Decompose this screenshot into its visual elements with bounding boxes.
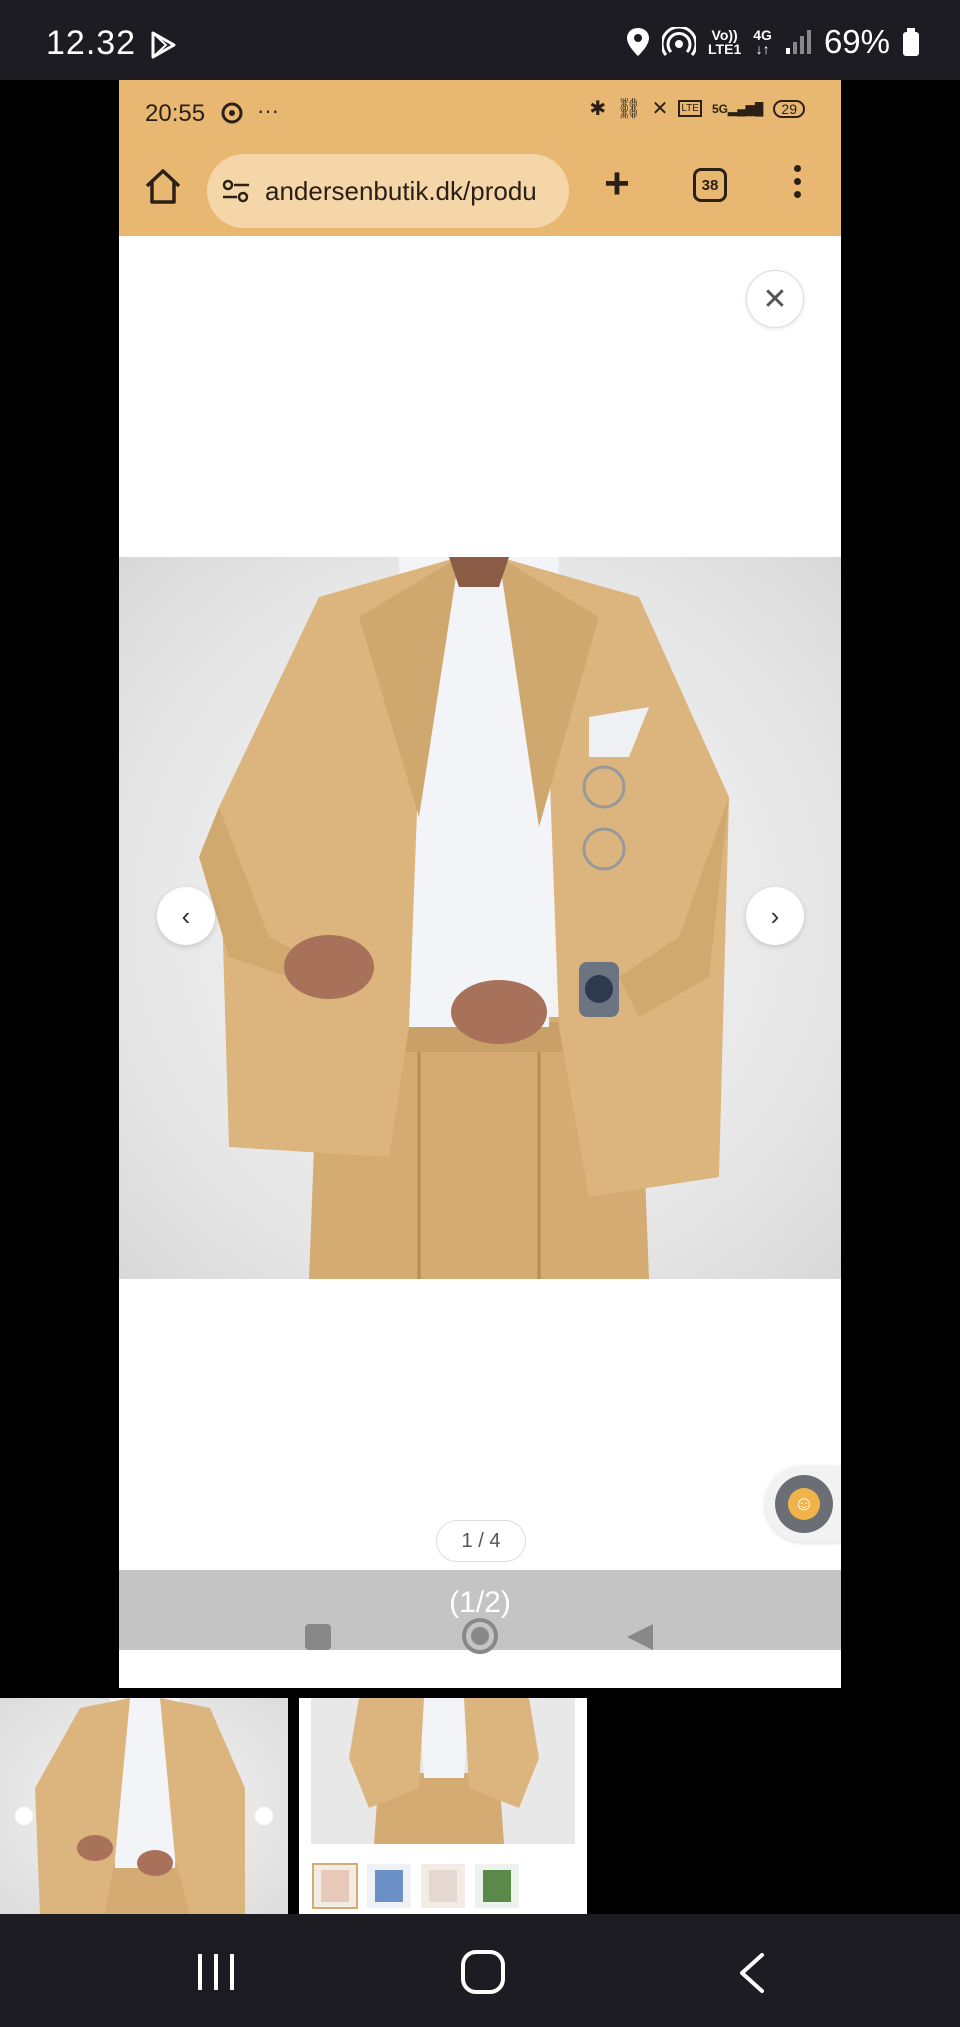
next-image-button[interactable]: › (746, 887, 804, 945)
chrome-icon (221, 102, 243, 124)
inner-clock: 20:55 (145, 100, 206, 127)
play-store-icon (151, 31, 176, 59)
recent-apps-icon[interactable] (196, 1952, 236, 1992)
chevron-left-icon: ‹ (181, 900, 191, 931)
screenshot-thumbnail-2[interactable] (299, 1698, 587, 1914)
image-counter: 1 / 4 (436, 1520, 526, 1562)
bluetooth-icon: ✱ (589, 98, 607, 120)
outer-status-bar: 12.32 Vo)) LTE1 4G ↓↑ 69% (0, 0, 960, 80)
suit-photo (199, 557, 729, 1279)
thumbnail-suit-gallery (311, 1698, 575, 1909)
battery-icon (903, 28, 919, 56)
inner-battery-icon: 29 (773, 99, 805, 118)
browser-chrome: 20:55 ··· ✱ ⛓ ✕ LTE 5G▂▄▆█ 29 andersenbu… (119, 80, 841, 236)
thumbnail-suit-photo (15, 1698, 273, 1914)
tab-switcher-button[interactable]: 38 (693, 168, 727, 202)
link-icon: ⛓ (616, 98, 642, 120)
screenshot-thumbnail-1[interactable] (0, 1698, 288, 1914)
back-nav-icon[interactable] (625, 1622, 655, 1652)
menu-icon[interactable] (787, 162, 807, 206)
volte-indicator: Vo)) LTE1 (708, 27, 742, 57)
signal-5g-icon: 5G▂▄▆█ (711, 101, 764, 116)
signal-icon (785, 30, 811, 54)
page-indicator: (1/2) (449, 1586, 511, 1619)
volte-icon: LTE (678, 100, 702, 117)
back-button-icon[interactable] (736, 1952, 766, 1994)
url-text: andersenbutik.dk/produ (265, 175, 537, 206)
site-settings-icon[interactable] (221, 178, 251, 204)
inner-notification-icons: ··· (221, 98, 279, 124)
new-tab-button[interactable]: + (595, 162, 639, 206)
network-type-indicator: 4G ↓↑ (753, 27, 772, 57)
accessibility-button[interactable]: ☺ (765, 1466, 841, 1542)
home-icon[interactable] (141, 164, 185, 208)
chevron-right-icon: › (770, 900, 780, 931)
recents-icon[interactable] (303, 1622, 333, 1652)
battery-percentage: 69% (823, 23, 890, 60)
product-image (119, 557, 841, 1279)
outer-clock: 12.32 (46, 24, 137, 62)
more-notifications-icon: ··· (257, 98, 279, 123)
inner-status-bar: 20:55 ··· ✱ ⛓ ✕ LTE 5G▂▄▆█ 29 (119, 80, 841, 144)
accessibility-icon: ☺ (788, 1488, 820, 1520)
home-nav-icon[interactable] (461, 1617, 499, 1655)
inner-screenshot: 20:55 ··· ✱ ⛓ ✕ LTE 5G▂▄▆█ 29 andersenbu… (119, 80, 841, 1688)
outer-status-icons: Vo)) LTE1 4G ↓↑ 69% (626, 22, 920, 62)
close-lightbox-button[interactable]: ✕ (746, 270, 804, 328)
address-bar: andersenbutik.dk/produ + 38 (119, 144, 841, 236)
url-field[interactable]: andersenbutik.dk/produ (207, 154, 569, 228)
home-button-icon[interactable] (460, 1949, 506, 1995)
previous-image-button[interactable]: ‹ (157, 887, 215, 945)
location-icon (627, 28, 650, 56)
hotspot-icon (662, 27, 697, 56)
close-icon: ✕ (762, 282, 788, 316)
outer-navigation-bar (0, 1914, 960, 2027)
mute-icon: ✕ (651, 98, 669, 120)
inner-navigation-bar: (1/2) (119, 1570, 841, 1654)
inner-status-icons: ✱ ⛓ ✕ LTE 5G▂▄▆█ 29 (589, 96, 805, 121)
